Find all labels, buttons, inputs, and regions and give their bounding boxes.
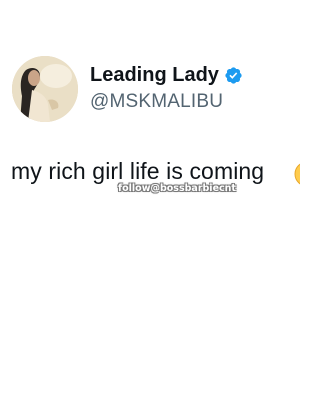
- avatar[interactable]: [12, 56, 78, 122]
- author-handle[interactable]: @MSKMALIBU: [90, 91, 223, 113]
- avatar-photo-icon: [12, 56, 78, 122]
- author-name-row[interactable]: Leading Lady: [90, 62, 243, 88]
- watermark-text: follow@bossbarbiecnt: [118, 183, 236, 194]
- verified-badge-icon: [225, 66, 242, 84]
- tweet-text: my rich girl life is coming: [11, 158, 265, 184]
- display-name[interactable]: Leading Lady: [90, 64, 219, 87]
- tweet-card: Leading Lady @MSKMALIBU my rich girl lif…: [0, 0, 300, 400]
- face-emoji-icon: [294, 163, 300, 185]
